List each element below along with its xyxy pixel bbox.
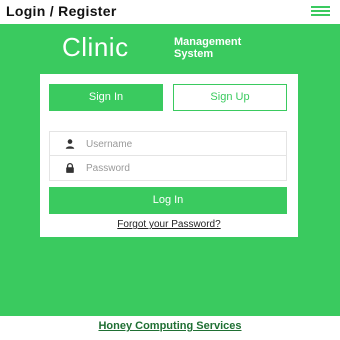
lock-icon xyxy=(66,162,74,173)
login-card: Sign In Sign Up Log In Forgot your Passw… xyxy=(40,74,298,237)
tab-sign-in[interactable]: Sign In xyxy=(49,84,163,111)
brand-tagline: Management System xyxy=(174,36,241,60)
username-input[interactable] xyxy=(86,134,276,154)
credentials-group xyxy=(49,131,287,181)
user-icon xyxy=(65,139,75,149)
forgot-password-link[interactable]: Forgot your Password? xyxy=(40,219,298,230)
password-input[interactable] xyxy=(86,158,276,178)
username-field xyxy=(50,132,286,156)
top-bar: Login / Register xyxy=(0,0,340,24)
footer-company-link[interactable]: Honey Computing Services xyxy=(0,320,340,332)
tab-sign-up[interactable]: Sign Up xyxy=(173,84,287,111)
brand-name: Clinic xyxy=(62,32,129,62)
brand-tagline-line1: Management xyxy=(174,36,242,48)
page-title: Login / Register xyxy=(6,3,117,19)
login-button[interactable]: Log In xyxy=(49,187,287,214)
password-field xyxy=(50,156,286,180)
brand-tagline-line2: System xyxy=(174,48,214,60)
menu-bar-line xyxy=(311,14,330,16)
menu-bar-line xyxy=(311,6,330,8)
hamburger-menu-icon[interactable] xyxy=(311,6,330,17)
menu-bar-line xyxy=(311,10,330,12)
